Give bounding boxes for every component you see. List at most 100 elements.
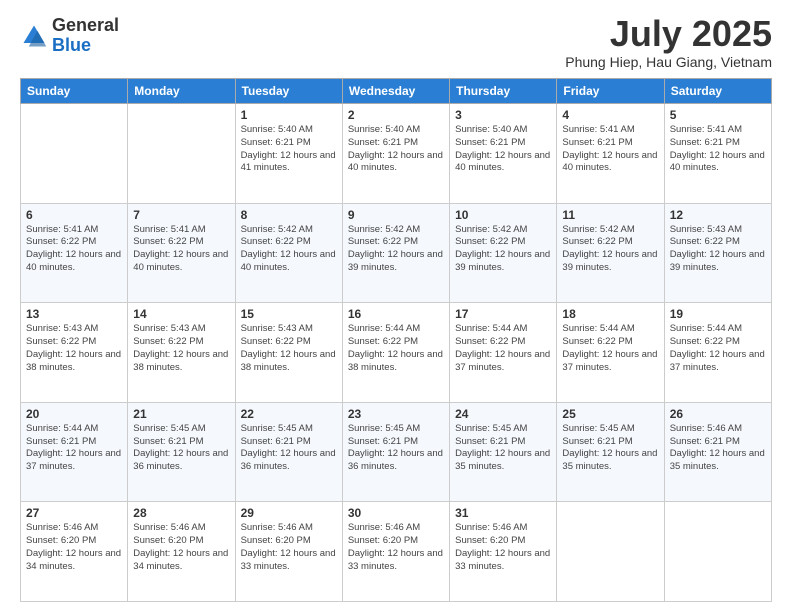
- day-number: 9: [348, 208, 444, 222]
- day-number: 16: [348, 307, 444, 321]
- day-number: 17: [455, 307, 551, 321]
- calendar-cell: 6 Sunrise: 5:41 AM Sunset: 6:22 PM Daylig…: [21, 203, 128, 303]
- day-info: Sunrise: 5:42 AM Sunset: 6:22 PM Dayligh…: [241, 224, 337, 275]
- logo-icon: [20, 22, 48, 50]
- day-info: Sunrise: 5:44 AM Sunset: 6:22 PM Dayligh…: [348, 323, 444, 374]
- day-info: Sunrise: 5:41 AM Sunset: 6:21 PM Dayligh…: [562, 124, 658, 175]
- day-info: Sunrise: 5:41 AM Sunset: 6:22 PM Dayligh…: [26, 224, 122, 275]
- calendar-cell: 29 Sunrise: 5:46 AM Sunset: 6:20 PM Dayli…: [235, 502, 342, 602]
- calendar-week-2: 6 Sunrise: 5:41 AM Sunset: 6:22 PM Daylig…: [21, 203, 772, 303]
- calendar-header-tuesday: Tuesday: [235, 79, 342, 104]
- day-number: 30: [348, 506, 444, 520]
- day-number: 28: [133, 506, 229, 520]
- calendar-cell: 30 Sunrise: 5:46 AM Sunset: 6:20 PM Dayli…: [342, 502, 449, 602]
- calendar-cell: 14 Sunrise: 5:43 AM Sunset: 6:22 PM Dayli…: [128, 303, 235, 403]
- calendar-cell: [664, 502, 771, 602]
- calendar-cell: 3 Sunrise: 5:40 AM Sunset: 6:21 PM Daylig…: [450, 104, 557, 204]
- day-number: 21: [133, 407, 229, 421]
- calendar-cell: 11 Sunrise: 5:42 AM Sunset: 6:22 PM Dayli…: [557, 203, 664, 303]
- calendar-week-3: 13 Sunrise: 5:43 AM Sunset: 6:22 PM Dayli…: [21, 303, 772, 403]
- calendar-header-thursday: Thursday: [450, 79, 557, 104]
- day-number: 25: [562, 407, 658, 421]
- calendar-cell: 12 Sunrise: 5:43 AM Sunset: 6:22 PM Dayli…: [664, 203, 771, 303]
- calendar-header-row: SundayMondayTuesdayWednesdayThursdayFrid…: [21, 79, 772, 104]
- day-info: Sunrise: 5:41 AM Sunset: 6:21 PM Dayligh…: [670, 124, 766, 175]
- day-info: Sunrise: 5:46 AM Sunset: 6:20 PM Dayligh…: [26, 522, 122, 573]
- calendar-cell: 25 Sunrise: 5:45 AM Sunset: 6:21 PM Dayli…: [557, 402, 664, 502]
- day-info: Sunrise: 5:46 AM Sunset: 6:20 PM Dayligh…: [241, 522, 337, 573]
- calendar-cell: [557, 502, 664, 602]
- day-number: 18: [562, 307, 658, 321]
- calendar-cell: 7Sunrise: 5:41 AM Sunset: 6:22 PM Daylig…: [128, 203, 235, 303]
- logo-general-text: General: [52, 15, 119, 35]
- calendar-cell: 27 Sunrise: 5:46 AM Sunset: 6:20 PM Dayli…: [21, 502, 128, 602]
- day-number: 24: [455, 407, 551, 421]
- calendar-cell: 4 Sunrise: 5:41 AM Sunset: 6:21 PM Daylig…: [557, 104, 664, 204]
- calendar-header-friday: Friday: [557, 79, 664, 104]
- day-info: Sunrise: 5:40 AM Sunset: 6:21 PM Dayligh…: [455, 124, 551, 175]
- day-number: 22: [241, 407, 337, 421]
- day-info: Sunrise: 5:43 AM Sunset: 6:22 PM Dayligh…: [133, 323, 229, 374]
- calendar-cell: 10Sunrise: 5:42 AM Sunset: 6:22 PM Dayli…: [450, 203, 557, 303]
- calendar-cell: 26Sunrise: 5:46 AM Sunset: 6:21 PM Dayli…: [664, 402, 771, 502]
- day-info: Sunrise: 5:43 AM Sunset: 6:22 PM Dayligh…: [670, 224, 766, 275]
- day-info: Sunrise: 5:44 AM Sunset: 6:22 PM Dayligh…: [455, 323, 551, 374]
- day-number: 6: [26, 208, 122, 222]
- day-info: Sunrise: 5:42 AM Sunset: 6:22 PM Dayligh…: [348, 224, 444, 275]
- calendar-cell: 21 Sunrise: 5:45 AM Sunset: 6:21 PM Dayli…: [128, 402, 235, 502]
- day-info: Sunrise: 5:44 AM Sunset: 6:21 PM Dayligh…: [26, 423, 122, 474]
- calendar-week-4: 20 Sunrise: 5:44 AM Sunset: 6:21 PM Dayli…: [21, 402, 772, 502]
- calendar-cell: 17 Sunrise: 5:44 AM Sunset: 6:22 PM Dayli…: [450, 303, 557, 403]
- day-info: Sunrise: 5:45 AM Sunset: 6:21 PM Dayligh…: [562, 423, 658, 474]
- day-info: Sunrise: 5:46 AM Sunset: 6:20 PM Dayligh…: [133, 522, 229, 573]
- day-number: 19: [670, 307, 766, 321]
- day-number: 12: [670, 208, 766, 222]
- calendar-cell: 31Sunrise: 5:46 AM Sunset: 6:20 PM Dayli…: [450, 502, 557, 602]
- day-number: 20: [26, 407, 122, 421]
- day-info: Sunrise: 5:46 AM Sunset: 6:20 PM Dayligh…: [348, 522, 444, 573]
- calendar-cell: 19 Sunrise: 5:44 AM Sunset: 6:22 PM Dayli…: [664, 303, 771, 403]
- calendar-header-wednesday: Wednesday: [342, 79, 449, 104]
- calendar-cell: [128, 104, 235, 204]
- day-number: 27: [26, 506, 122, 520]
- calendar-table: SundayMondayTuesdayWednesdayThursdayFrid…: [20, 78, 772, 602]
- day-number: 13: [26, 307, 122, 321]
- day-info: Sunrise: 5:44 AM Sunset: 6:22 PM Dayligh…: [562, 323, 658, 374]
- month-title: July 2025: [565, 16, 772, 52]
- calendar-cell: 28 Sunrise: 5:46 AM Sunset: 6:20 PM Dayli…: [128, 502, 235, 602]
- day-number: 11: [562, 208, 658, 222]
- calendar-header-sunday: Sunday: [21, 79, 128, 104]
- calendar-header-monday: Monday: [128, 79, 235, 104]
- day-number: 31: [455, 506, 551, 520]
- page: General Blue July 2025 Phung Hiep, Hau G…: [0, 0, 792, 612]
- day-number: 14: [133, 307, 229, 321]
- calendar-cell: 16 Sunrise: 5:44 AM Sunset: 6:22 PM Dayli…: [342, 303, 449, 403]
- calendar-cell: 24Sunrise: 5:45 AM Sunset: 6:21 PM Dayli…: [450, 402, 557, 502]
- day-info: Sunrise: 5:45 AM Sunset: 6:21 PM Dayligh…: [348, 423, 444, 474]
- day-number: 2: [348, 108, 444, 122]
- logo: General Blue: [20, 16, 119, 56]
- day-number: 1: [241, 108, 337, 122]
- day-info: Sunrise: 5:45 AM Sunset: 6:21 PM Dayligh…: [133, 423, 229, 474]
- day-number: 4: [562, 108, 658, 122]
- day-number: 29: [241, 506, 337, 520]
- day-number: 10: [455, 208, 551, 222]
- calendar-week-1: 1 Sunrise: 5:40 AM Sunset: 6:21 PM Daylig…: [21, 104, 772, 204]
- day-info: Sunrise: 5:44 AM Sunset: 6:22 PM Dayligh…: [670, 323, 766, 374]
- day-number: 23: [348, 407, 444, 421]
- header: General Blue July 2025 Phung Hiep, Hau G…: [20, 16, 772, 70]
- calendar-cell: 5 Sunrise: 5:41 AM Sunset: 6:21 PM Daylig…: [664, 104, 771, 204]
- day-info: Sunrise: 5:46 AM Sunset: 6:21 PM Dayligh…: [670, 423, 766, 474]
- calendar-cell: 13Sunrise: 5:43 AM Sunset: 6:22 PM Dayli…: [21, 303, 128, 403]
- calendar-week-5: 27 Sunrise: 5:46 AM Sunset: 6:20 PM Dayli…: [21, 502, 772, 602]
- day-number: 5: [670, 108, 766, 122]
- location: Phung Hiep, Hau Giang, Vietnam: [565, 54, 772, 70]
- calendar-cell: 9 Sunrise: 5:42 AM Sunset: 6:22 PM Daylig…: [342, 203, 449, 303]
- logo-blue-text: Blue: [52, 35, 91, 55]
- calendar-cell: 20 Sunrise: 5:44 AM Sunset: 6:21 PM Dayli…: [21, 402, 128, 502]
- calendar-header-saturday: Saturday: [664, 79, 771, 104]
- day-info: Sunrise: 5:45 AM Sunset: 6:21 PM Dayligh…: [241, 423, 337, 474]
- day-info: Sunrise: 5:40 AM Sunset: 6:21 PM Dayligh…: [348, 124, 444, 175]
- day-info: Sunrise: 5:42 AM Sunset: 6:22 PM Dayligh…: [562, 224, 658, 275]
- day-number: 3: [455, 108, 551, 122]
